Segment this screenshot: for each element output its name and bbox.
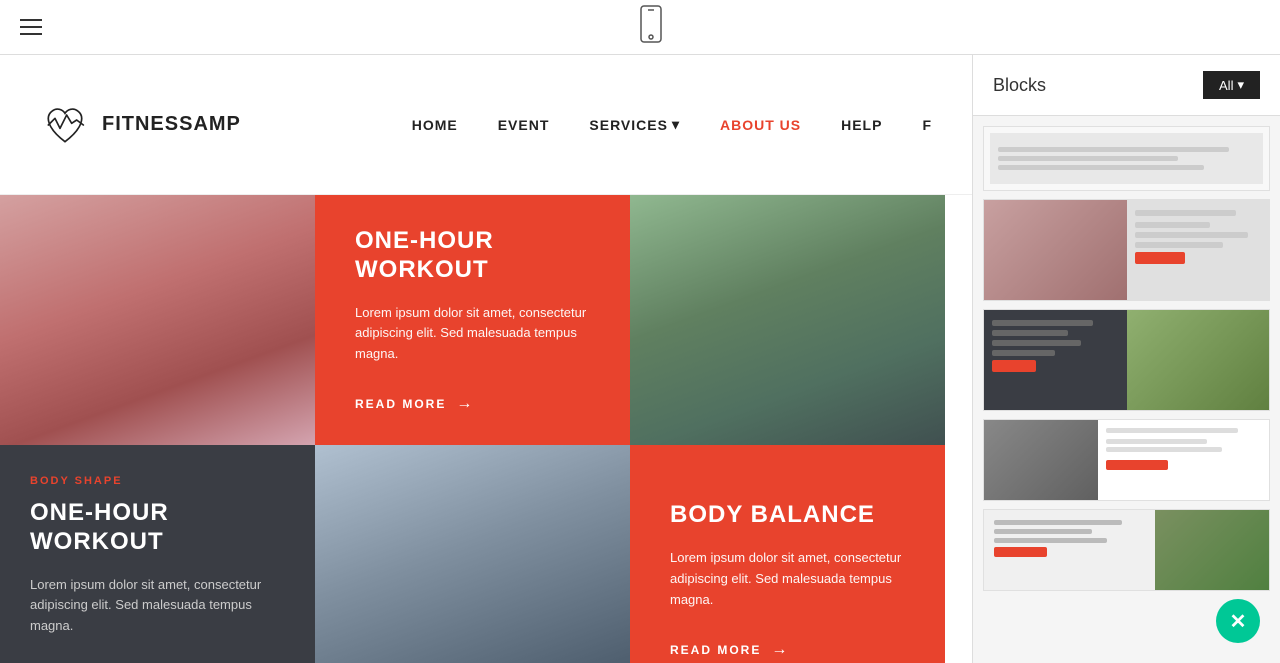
logo-heart-icon xyxy=(40,100,90,150)
toolbar-left xyxy=(20,19,42,35)
cell-workout-body: Lorem ipsum dolor sit amet, consectetur … xyxy=(355,303,590,365)
track-content-right xyxy=(1098,420,1269,500)
cell-balance-title: BODY BALANCE xyxy=(670,501,905,530)
nav-event[interactable]: EVENT xyxy=(498,117,550,133)
track2-img-right xyxy=(1155,510,1269,590)
toolbar xyxy=(0,0,1280,55)
block-preview-content-right xyxy=(1127,200,1270,300)
cell-workout-red: ONE-HOUR WORKOUT Lorem ipsum dolor sit a… xyxy=(315,195,630,445)
category-label: BODY SHAPE xyxy=(30,475,285,487)
cell-bodyshape-dark: BODY SHAPE ONE-HOUR WORKOUT Lorem ipsum … xyxy=(0,445,315,663)
cell-workout-title: ONE-HOUR WORKOUT xyxy=(355,227,590,285)
dropdown-arrow-icon: ▾ xyxy=(672,116,680,133)
block-item-1[interactable] xyxy=(983,126,1270,191)
cell-yoga-image xyxy=(315,445,630,663)
cell-basketball-image xyxy=(630,195,945,445)
read-more-button-top[interactable]: READ MORE → xyxy=(355,395,590,413)
content-grid: ONE-HOUR WORKOUT Lorem ipsum dolor sit a… xyxy=(0,195,972,663)
track-img-left xyxy=(984,420,1098,500)
filter-all-button[interactable]: All ▾ xyxy=(1203,71,1260,99)
cell-balance-red: BODY BALANCE Lorem ipsum dolor sit amet,… xyxy=(630,445,945,663)
website-preview: FITNESSAMP HOME EVENT SERVICES ▾ ABOUT U… xyxy=(0,55,972,663)
nav-links: HOME EVENT SERVICES ▾ ABOUT US HELP F xyxy=(412,116,932,133)
cell-workout-title-2: ONE-HOUR WORKOUT xyxy=(30,499,285,557)
close-panel-button[interactable]: ✕ xyxy=(1216,599,1260,643)
logo-area: FITNESSAMP xyxy=(40,100,241,150)
block-preview-img-left xyxy=(984,200,1127,300)
woman-fitness-image xyxy=(0,195,315,445)
cell-workout-body-2: Lorem ipsum dolor sit amet, consectetur … xyxy=(30,575,285,637)
blocks-list xyxy=(973,116,1280,663)
filter-dropdown-icon: ▾ xyxy=(1237,77,1244,93)
mobile-preview-icon[interactable] xyxy=(639,5,663,49)
logo-text: FITNESSAMP xyxy=(102,113,241,136)
cell-woman-image xyxy=(0,195,315,445)
blocks-panel: Blocks All ▾ xyxy=(972,55,1280,663)
block-preview-img-right xyxy=(1127,310,1270,410)
main-layout: FITNESSAMP HOME EVENT SERVICES ▾ ABOUT U… xyxy=(0,55,1280,663)
yoga-woman-image xyxy=(315,445,630,663)
block-item-3[interactable] xyxy=(983,309,1270,411)
track2-content-left xyxy=(984,510,1155,590)
nav-help[interactable]: HELP xyxy=(841,117,882,133)
basketball-player-image xyxy=(630,195,945,445)
hamburger-menu-icon[interactable] xyxy=(20,19,42,35)
arrow-right-icon-3: → xyxy=(771,641,789,659)
block-item-2[interactable] xyxy=(983,199,1270,301)
block-preview-dark-left xyxy=(984,310,1127,410)
panel-title: Blocks xyxy=(993,75,1046,96)
toolbar-center xyxy=(639,5,663,49)
nav-more[interactable]: F xyxy=(922,117,932,133)
site-nav: FITNESSAMP HOME EVENT SERVICES ▾ ABOUT U… xyxy=(0,55,972,195)
read-more-button-bottom-right[interactable]: READ MORE → xyxy=(670,641,905,659)
arrow-right-icon: → xyxy=(456,395,474,413)
nav-services[interactable]: SERVICES ▾ xyxy=(589,116,680,133)
nav-home[interactable]: HOME xyxy=(412,117,458,133)
panel-header: Blocks All ▾ xyxy=(973,55,1280,116)
nav-about[interactable]: ABOUT US xyxy=(720,117,801,133)
cell-balance-body: Lorem ipsum dolor sit amet, consectetur … xyxy=(670,548,905,610)
block-item-4[interactable] xyxy=(983,419,1270,501)
block-item-5[interactable] xyxy=(983,509,1270,591)
